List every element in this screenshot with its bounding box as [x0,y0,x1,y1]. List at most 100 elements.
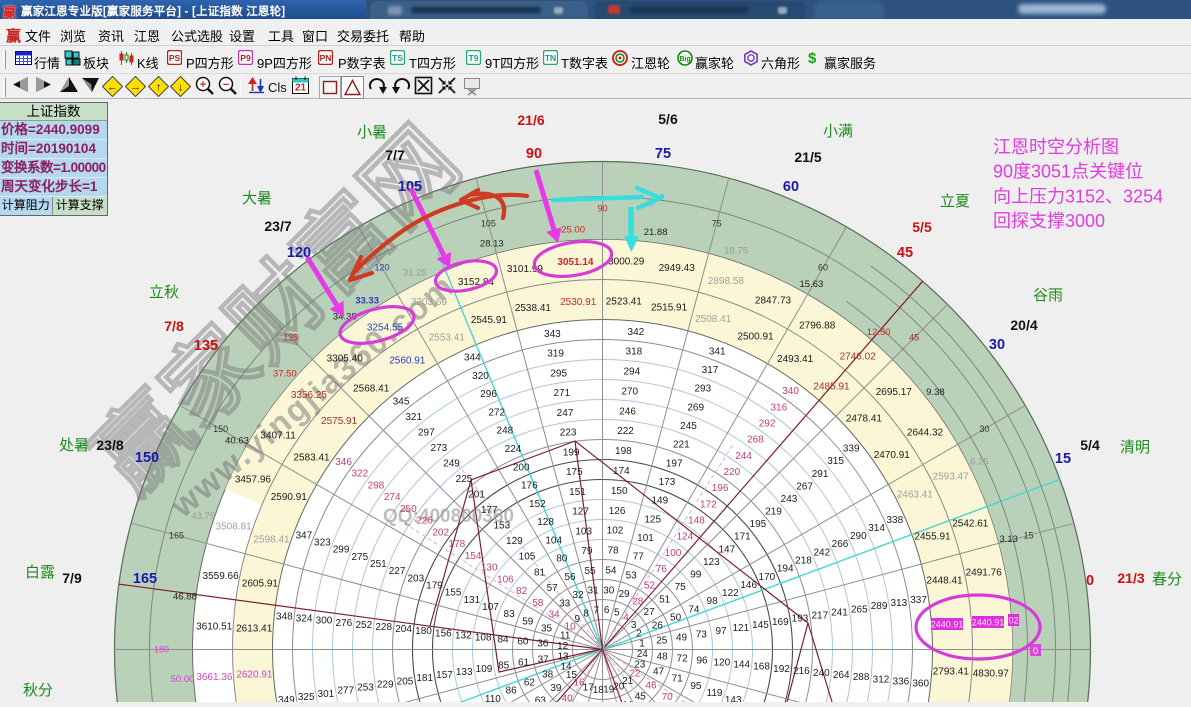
svg-text:173: 173 [659,477,676,488]
svg-text:171: 171 [734,532,751,543]
svg-text:299: 299 [333,545,350,556]
svg-text:4: 4 [623,613,629,624]
svg-text:270: 270 [621,386,638,397]
svg-text:15: 15 [1055,451,1071,467]
svg-text:192: 192 [773,664,790,675]
svg-text:4830.97: 4830.97 [973,669,1010,680]
svg-text:125: 125 [644,514,661,525]
svg-text:360: 360 [912,678,929,689]
svg-text:76: 76 [656,564,668,575]
svg-text:46.88: 46.88 [173,591,197,602]
svg-text:135: 135 [283,333,298,343]
svg-text:21/6: 21/6 [517,112,544,128]
svg-text:99: 99 [690,570,702,581]
svg-text:169: 169 [772,617,789,628]
svg-text:6.25: 6.25 [970,457,989,468]
svg-text:2: 2 [636,629,642,640]
svg-text:135: 135 [194,338,218,354]
svg-text:30: 30 [979,424,989,434]
svg-text:75: 75 [655,146,671,162]
svg-text:341: 341 [709,346,726,357]
svg-text:小暑: 小暑 [357,124,387,141]
svg-text:200: 200 [513,462,530,473]
svg-text:243: 243 [781,494,798,505]
svg-text:126: 126 [609,506,626,517]
svg-text:7/7: 7/7 [385,147,405,163]
svg-text:71: 71 [672,674,684,685]
svg-text:15.63: 15.63 [800,279,824,290]
svg-text:321: 321 [405,412,422,423]
svg-text:2553.41: 2553.41 [429,333,466,344]
svg-text:100: 100 [665,548,682,559]
svg-text:246: 246 [619,406,636,417]
svg-text:55: 55 [584,566,596,577]
svg-text:1: 1 [639,639,645,650]
svg-text:274: 274 [384,492,401,503]
svg-text:268: 268 [747,435,764,446]
svg-text:107: 107 [482,602,499,613]
svg-text:197: 197 [666,458,683,469]
svg-text:0: 0 [1033,646,1038,657]
svg-text:2448.41: 2448.41 [926,575,963,586]
svg-text:2545.91: 2545.91 [471,315,508,326]
svg-text:199: 199 [563,448,580,459]
svg-text:34: 34 [548,610,560,621]
svg-text:336: 336 [893,676,910,687]
svg-text:298: 298 [368,480,385,491]
svg-text:348: 348 [276,612,293,623]
svg-text:220: 220 [723,467,740,478]
svg-text:TS: TS [392,53,403,63]
svg-text:57: 57 [547,583,559,594]
svg-text:108: 108 [475,633,492,644]
svg-text:151: 151 [569,487,586,498]
svg-text:5/5: 5/5 [912,219,932,235]
svg-text:319: 319 [547,349,564,360]
svg-text:339: 339 [843,444,860,455]
svg-text:73: 73 [696,629,708,640]
svg-text:77: 77 [633,552,645,563]
svg-text:23/7: 23/7 [264,218,291,234]
svg-text:36: 36 [537,639,549,650]
svg-text:271: 271 [553,388,570,399]
svg-text:→: → [130,82,141,94]
svg-text:38: 38 [542,669,554,680]
svg-text:249: 249 [443,459,460,470]
svg-text:小满: 小满 [823,123,853,140]
svg-text:3356.25: 3356.25 [291,390,328,401]
svg-text:181: 181 [416,673,433,684]
svg-text:2598.41: 2598.41 [253,534,290,545]
svg-text:294: 294 [623,367,640,378]
svg-text:80: 80 [556,554,568,565]
svg-text:342: 342 [628,327,645,338]
svg-text:江恩时空分析图: 江恩时空分析图 [993,137,1119,157]
svg-text:12.50: 12.50 [867,327,891,338]
svg-text:26: 26 [652,621,664,632]
svg-text:83: 83 [504,609,516,620]
svg-text:120: 120 [374,263,389,273]
svg-text:46: 46 [645,680,657,691]
svg-text:201: 201 [468,490,485,501]
svg-text:45: 45 [635,692,647,702]
svg-text:立秋: 立秋 [149,284,179,301]
svg-text:3203.69: 3203.69 [411,297,448,308]
svg-text:P9: P9 [240,53,251,63]
svg-text:324: 324 [296,614,313,625]
svg-text:276: 276 [336,618,353,629]
svg-text:18.75: 18.75 [724,245,748,256]
svg-text:51: 51 [659,595,671,606]
svg-text:193: 193 [792,614,809,625]
svg-text:3254.55: 3254.55 [367,323,404,334]
svg-text:25.00: 25.00 [561,225,585,236]
svg-text:247: 247 [557,408,574,419]
svg-text:32: 32 [573,590,585,601]
svg-text:春分: 春分 [1152,571,1182,588]
svg-text:314: 314 [868,523,885,534]
svg-text:275: 275 [351,552,368,563]
svg-text:240: 240 [813,668,830,679]
svg-text:90: 90 [597,204,607,214]
svg-text:105: 105 [519,552,536,563]
svg-text:267: 267 [796,481,813,492]
svg-text:290: 290 [850,531,867,542]
svg-text:21.88: 21.88 [644,227,668,238]
svg-text:148: 148 [688,516,705,527]
